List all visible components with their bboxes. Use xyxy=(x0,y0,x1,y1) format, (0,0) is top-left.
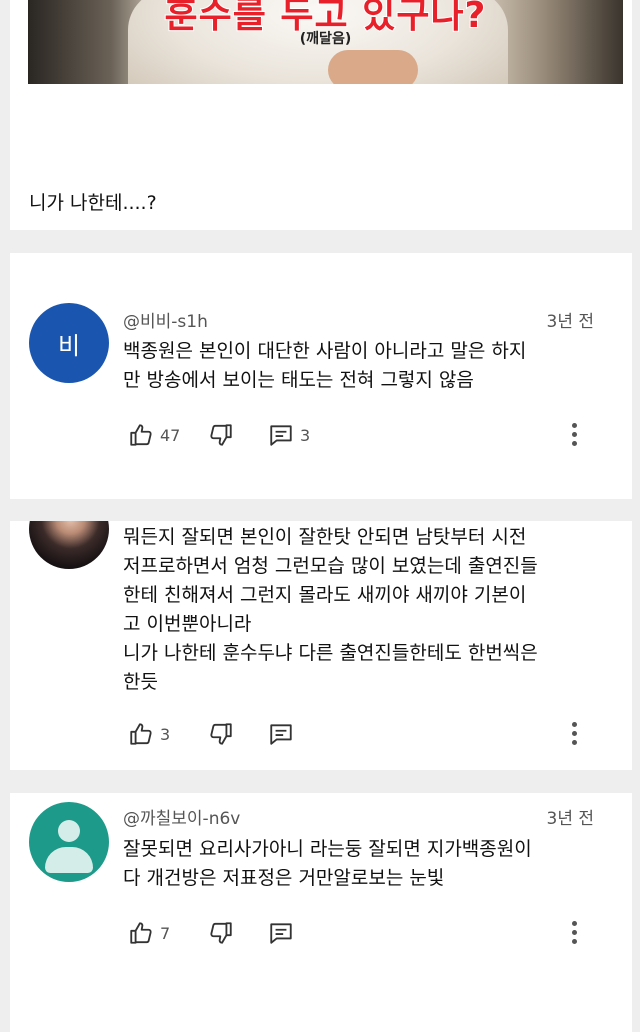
comment-actions: 7 xyxy=(128,917,603,949)
thumbnail-hand xyxy=(328,50,418,84)
more-vertical-icon xyxy=(572,921,577,926)
more-vertical-icon xyxy=(572,731,577,736)
comment-card: @까칠보이-n6v 3년 전 잘못되면 요리사가아니 라는둥 잘되면 지가백종원… xyxy=(10,793,632,1032)
like-count: 47 xyxy=(160,425,181,445)
like-count: 3 xyxy=(160,724,171,744)
comment-actions: 47 3 xyxy=(128,419,603,451)
like-button[interactable]: 47 xyxy=(128,419,180,451)
comment-text: 잘못되면 요리사가아니 라는둥 잘되면 지가백종원이 다 개건방은 저표정은 거… xyxy=(123,838,532,889)
video-card: 훈수를 두고 있구나? (깨달음) 니가 나한테....? xyxy=(10,0,632,230)
video-thumbnail[interactable]: 훈수를 두고 있구나? (깨달음) xyxy=(28,0,623,84)
more-vertical-icon xyxy=(572,722,577,727)
thumb-up-icon xyxy=(130,723,152,745)
thumbnail-subcaption: (깨달음) xyxy=(299,31,352,47)
reply-count: 3 xyxy=(300,425,311,445)
more-vertical-icon xyxy=(572,423,577,428)
like-button[interactable]: 7 xyxy=(128,917,170,949)
comment-time: 3년 전 xyxy=(546,809,595,829)
dislike-button[interactable] xyxy=(208,718,234,750)
thumb-down-icon xyxy=(210,424,232,446)
thumb-up-icon xyxy=(130,922,152,944)
more-options-button[interactable] xyxy=(564,919,584,947)
comment-card: 뭐든지 잘되면 본인이 잘한탓 안되면 남탓부터 시전 저프로하면서 엄청 그런… xyxy=(10,521,632,770)
thumb-down-icon xyxy=(210,922,232,944)
reply-button[interactable]: 3 xyxy=(268,419,310,451)
thumb-down-icon xyxy=(210,723,232,745)
more-vertical-icon xyxy=(572,939,577,944)
comment-actions: 3 xyxy=(128,718,603,750)
reply-button[interactable] xyxy=(268,718,294,750)
like-count: 7 xyxy=(160,923,171,943)
avatar[interactable]: 비 xyxy=(29,303,109,383)
reply-comment-icon xyxy=(270,425,292,446)
dislike-button[interactable] xyxy=(208,419,234,451)
comment-card: 비 @비비-s1h 3년 전 백종원은 본인이 대단한 사람이 아니라고 말은 … xyxy=(10,253,632,499)
thumb-up-icon xyxy=(130,424,152,446)
comment-time: 3년 전 xyxy=(546,312,595,332)
default-avatar-icon xyxy=(45,847,93,873)
more-options-button[interactable] xyxy=(564,720,584,748)
more-vertical-icon xyxy=(572,432,577,437)
video-text: 니가 나한테....? xyxy=(29,192,157,214)
reply-comment-icon xyxy=(270,724,292,745)
dislike-button[interactable] xyxy=(208,917,234,949)
avatar[interactable] xyxy=(29,521,109,569)
avatar[interactable] xyxy=(29,802,109,882)
comment-text: 뭐든지 잘되면 본인이 잘한탓 안되면 남탓부터 시전 저프로하면서 엄청 그런… xyxy=(123,526,538,693)
comment-author-handle[interactable]: @까칠보이-n6v xyxy=(123,804,240,829)
more-vertical-icon xyxy=(572,740,577,745)
like-button[interactable]: 3 xyxy=(128,718,170,750)
more-options-button[interactable] xyxy=(564,421,584,449)
comment-text: 백종원은 본인이 대단한 사람이 아니라고 말은 하지 만 방송에서 보이는 태… xyxy=(123,340,527,391)
more-vertical-icon xyxy=(572,441,577,446)
reply-button[interactable] xyxy=(268,917,294,949)
avatar-letter: 비 xyxy=(57,331,81,360)
reply-comment-icon xyxy=(270,923,292,944)
default-avatar-icon xyxy=(58,820,80,842)
more-vertical-icon xyxy=(572,930,577,935)
comment-author-handle[interactable]: @비비-s1h xyxy=(123,307,208,332)
